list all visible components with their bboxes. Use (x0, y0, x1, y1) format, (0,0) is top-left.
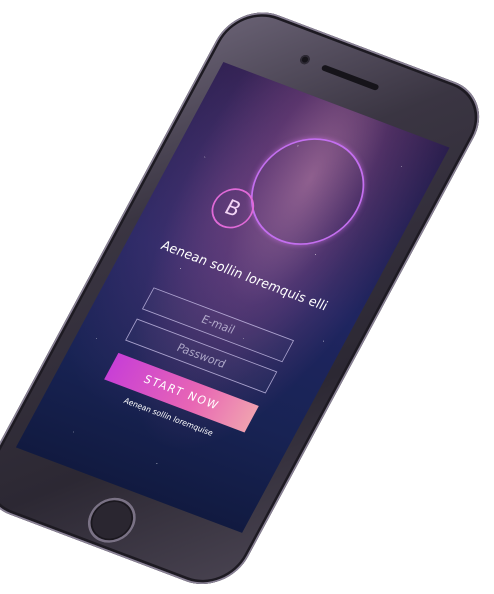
phone-device: B Aenean sollin loremquis elli START NOW… (0, 0, 494, 594)
stage: B Aenean sollin loremquis elli START NOW… (0, 0, 494, 594)
